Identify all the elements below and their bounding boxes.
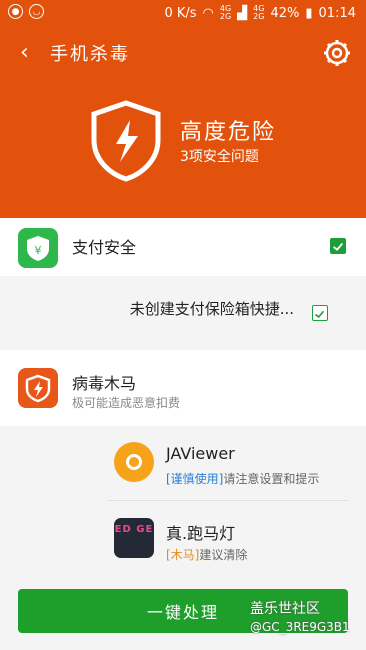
app-list: JAViewer [谨慎使用]请注意设置和提示 ED GE 真.跑马灯 [木马]… [0, 426, 366, 576]
app-desc: [谨慎使用]请注意设置和提示 [166, 472, 320, 486]
virus-subtitle: 极可能造成恶意扣费 [72, 396, 181, 410]
watermark-line1: 盖乐世社区 [250, 601, 320, 617]
app-icon-1: ● [8, 4, 23, 19]
svg-text:¥: ¥ [35, 244, 42, 257]
wifi-icon: ◠ [202, 5, 214, 21]
list-item[interactable]: JAViewer [谨慎使用]请注意设置和提示 [0, 426, 366, 501]
checkbox-outline[interactable] [312, 305, 328, 321]
net-type: 4G 2G [219, 4, 232, 21]
watermark-line2: @GC_3RE9G3B1 [250, 620, 350, 634]
virus-row[interactable]: 病毒木马 极可能造成恶意扣费 [0, 350, 366, 426]
battery-icon: ▮ [305, 5, 313, 21]
app-name: 真.跑马灯 [166, 524, 236, 543]
status-bar: ● ◡ 0 K/s ◠ 4G 2G ▟ 4G 2G 42% ▮ 01:14 [0, 0, 366, 26]
edge-app-icon: ED GE [114, 518, 154, 558]
payment-section: ¥ 支付安全 未创建支付保险箱快捷... [0, 218, 366, 350]
clock: 01:14 [318, 5, 356, 21]
page-title: 手机杀毒 [50, 44, 130, 65]
shield-lightning-icon [91, 100, 161, 182]
divider [108, 500, 348, 501]
javiewer-app-icon [114, 442, 154, 482]
back-icon[interactable]: ‹ [20, 40, 40, 66]
app-icon-2: ◡ [29, 4, 44, 19]
shield-lightning-small-icon [18, 368, 58, 408]
gear-icon[interactable] [322, 38, 352, 68]
battery: 42% [270, 5, 300, 21]
sim-type: 4G 2G [253, 4, 265, 21]
payment-label: 支付安全 [72, 238, 137, 257]
virus-label: 病毒木马 [72, 374, 137, 393]
list-item[interactable]: ED GE 真.跑马灯 [木马]建议清除 [0, 502, 366, 576]
risk-subtitle: 3项安全问题 [180, 149, 259, 165]
app-name: JAViewer [166, 444, 235, 463]
payment-row[interactable]: ¥ 支付安全 [0, 218, 366, 276]
risk-title: 高度危险 [180, 120, 277, 145]
checked-checkbox[interactable] [330, 238, 346, 254]
header: ‹ 手机杀毒 高度危险 3项安全问题 [0, 26, 366, 218]
net-speed: 0 K/s [164, 5, 197, 21]
payment-sub-label: 未创建支付保险箱快捷... [129, 300, 294, 318]
shield-yen-icon: ¥ [18, 228, 58, 268]
app-desc: [木马]建议清除 [166, 548, 248, 562]
signal-icon: ▟ [237, 5, 248, 21]
